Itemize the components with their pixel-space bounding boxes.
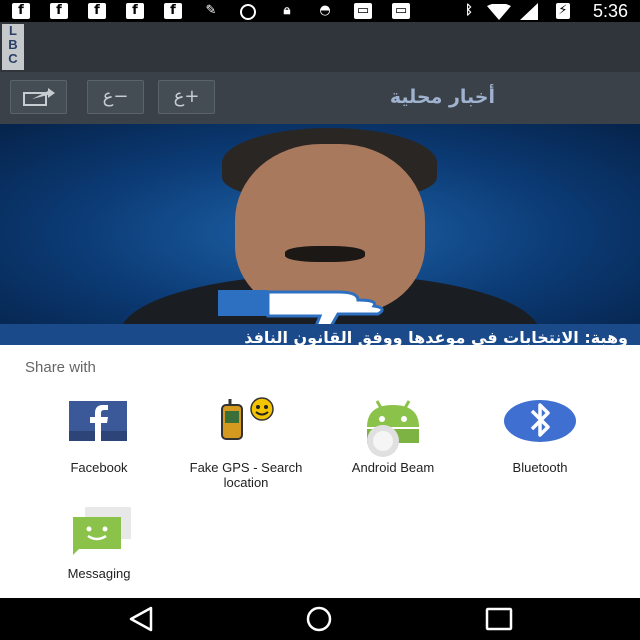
- signal-icon: [520, 3, 538, 20]
- fake-gps-icon: [221, 397, 274, 440]
- share-target-label: Fake GPS - Search location: [189, 460, 303, 490]
- article-toolbar: ع− ع+ أخبار محلية: [0, 72, 640, 124]
- battery-icon: ⚡: [556, 3, 570, 19]
- article-photo-moustache: [285, 246, 365, 262]
- shopping-bag-icon: ▭: [354, 3, 372, 19]
- share-target-fake-gps[interactable]: Fake GPS - Search location: [171, 397, 321, 490]
- back-icon[interactable]: [127, 606, 155, 632]
- share-arrow-icon: [22, 88, 55, 106]
- status-time: 5:36: [592, 1, 628, 21]
- page-title: أخبار محلية: [389, 86, 495, 108]
- share-target-label: Bluetooth: [512, 460, 568, 475]
- facebook-notification-icon: f: [126, 3, 144, 19]
- android-icon: ◓: [319, 3, 331, 18]
- share-target-label: Facebook: [70, 460, 128, 475]
- share-target-android-beam[interactable]: Android Beam: [318, 397, 468, 487]
- facebook-notification-icon: f: [12, 3, 30, 19]
- font-decrease-button[interactable]: ع−: [87, 80, 144, 114]
- home-icon[interactable]: [305, 606, 333, 632]
- shopping-bag-icon: ▭: [392, 3, 410, 19]
- lbc-logo: LBC: [2, 24, 24, 70]
- font-increase-label: ع+: [173, 86, 200, 107]
- facebook-notification-icon: f: [88, 3, 106, 19]
- system-nav-bar: [0, 598, 640, 640]
- facebook-icon: [69, 401, 127, 441]
- share-target-bluetooth[interactable]: Bluetooth: [465, 397, 615, 487]
- wifi-icon: [487, 4, 511, 20]
- bluetooth-icon: [504, 400, 576, 442]
- messaging-icon: [73, 507, 131, 555]
- share-target-label: Android Beam: [351, 460, 435, 475]
- share-sheet: Share with Facebook Fake GPS - Search lo…: [0, 345, 640, 598]
- font-increase-button[interactable]: ع+: [158, 80, 215, 114]
- facebook-notification-icon: f: [50, 3, 68, 19]
- status-bar: f f f f f ✎ 🔒︎ ◓ ▭ ▭ ᛒ ⚡ 5:36: [0, 0, 640, 22]
- font-decrease-label: ع−: [102, 86, 129, 107]
- share-target-label: Messaging: [67, 566, 131, 581]
- fake-gps-notification-icon: ✎: [205, 3, 217, 18]
- share-target-facebook[interactable]: Facebook: [24, 397, 174, 487]
- lock-icon: 🔒︎: [283, 3, 291, 18]
- logo-text: LBC: [8, 23, 18, 66]
- share-button[interactable]: [10, 80, 67, 114]
- share-sheet-title: Share with: [25, 359, 96, 376]
- bluetooth-icon: ᛒ: [465, 3, 473, 18]
- android-beam-icon: [367, 400, 419, 457]
- sync-icon: [240, 4, 256, 20]
- share-target-messaging[interactable]: Messaging: [24, 503, 174, 583]
- app-header: [0, 22, 640, 72]
- recents-icon[interactable]: [485, 606, 513, 632]
- facebook-notification-icon: f: [164, 3, 182, 19]
